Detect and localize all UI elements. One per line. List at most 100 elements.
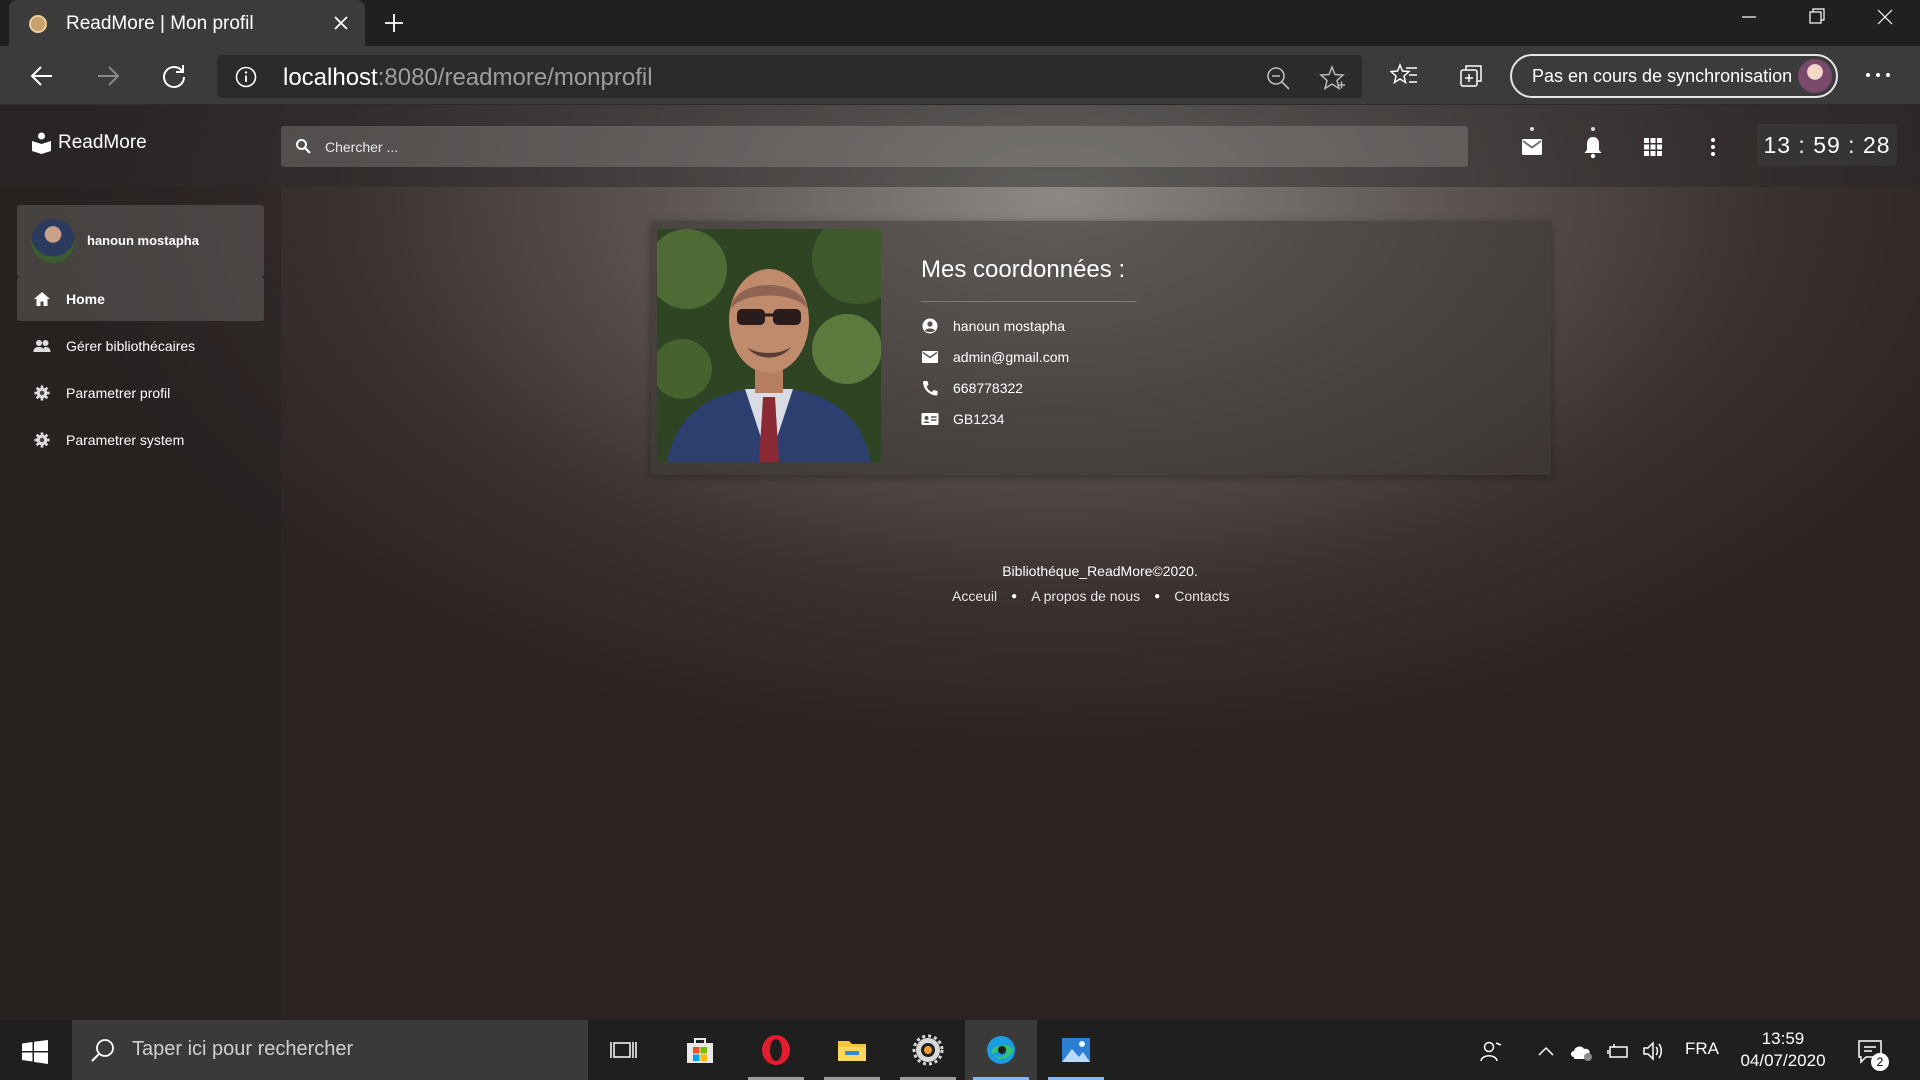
search-icon xyxy=(296,139,311,154)
close-window-icon[interactable] xyxy=(1871,6,1899,28)
gear-icon xyxy=(34,385,50,401)
account-circle-icon xyxy=(922,318,938,334)
favorite-star-icon[interactable] xyxy=(1319,65,1345,91)
site-info-icon[interactable] xyxy=(235,66,257,88)
taskbar-date: 04/07/2020 xyxy=(1740,1051,1826,1070)
profile-email: admin@gmail.com xyxy=(953,349,1070,365)
restore-icon[interactable] xyxy=(1802,6,1830,28)
close-tab-icon[interactable] xyxy=(331,13,351,33)
onedrive-icon[interactable] xyxy=(1569,1040,1593,1062)
profile-card: Mes coordonnées : hanoun mostapha admin@… xyxy=(651,221,1551,475)
taskbar-edge[interactable] xyxy=(965,1020,1037,1080)
edge-icon xyxy=(987,1036,1015,1064)
taskbar-settings-app[interactable] xyxy=(892,1020,964,1080)
notification-count-badge: 2 xyxy=(1871,1053,1889,1071)
id-card-icon xyxy=(921,413,939,425)
sidebar-item-home[interactable]: Home xyxy=(17,277,264,321)
footer-copyright: Bibliothéque_ReadMore©2020. xyxy=(1002,563,1198,579)
taskbar-photos[interactable] xyxy=(1040,1020,1112,1080)
new-dot xyxy=(1591,127,1595,131)
browser-tab[interactable]: ReadMore | Mon profil xyxy=(9,0,365,46)
app-header: ReadMore 13 : 59 : 28 xyxy=(0,105,1920,187)
gear-icon xyxy=(34,432,50,448)
footer-separator: ● xyxy=(1154,590,1161,602)
profile-phone: 668778322 xyxy=(953,380,1024,396)
taskbar-clock[interactable]: 13:59 04/07/2020 xyxy=(1735,1028,1831,1072)
taskbar-search-placeholder: Taper ici pour rechercher xyxy=(132,1038,354,1060)
favorites-icon[interactable] xyxy=(1390,62,1418,90)
phone-icon xyxy=(923,381,938,396)
url-text[interactable]: localhost:8080/readmore/monprofil xyxy=(283,64,653,92)
people-tray-icon[interactable] xyxy=(1479,1040,1503,1062)
address-bar[interactable]: localhost:8080/readmore/monprofil xyxy=(217,55,1362,98)
taskbar-file-explorer[interactable] xyxy=(816,1020,888,1080)
messages-button[interactable] xyxy=(1520,127,1544,159)
profile-id-card: GB1234 xyxy=(953,411,1005,427)
sidebar-item-label: Parametrer profil xyxy=(66,385,171,401)
apps-grid-icon[interactable] xyxy=(1641,135,1665,159)
sidebar-item-system-settings[interactable]: Parametrer system xyxy=(17,418,264,462)
taskbar-store[interactable] xyxy=(664,1020,736,1080)
folder-icon xyxy=(838,1041,866,1061)
brand-name: ReadMore xyxy=(58,132,147,153)
mail-icon xyxy=(1522,139,1542,155)
kebab-menu-icon[interactable] xyxy=(1701,135,1725,159)
user-name: hanoun mostapha xyxy=(87,233,199,248)
search-input[interactable] xyxy=(325,126,1445,167)
more-options-icon[interactable] xyxy=(1864,68,1892,82)
title-divider xyxy=(921,301,1137,302)
opera-icon xyxy=(762,1035,790,1065)
back-icon[interactable] xyxy=(28,62,56,90)
windows-start-icon[interactable] xyxy=(22,1040,48,1064)
photos-icon xyxy=(1062,1038,1090,1062)
volume-icon[interactable] xyxy=(1641,1040,1665,1062)
profile-sync-button[interactable]: Pas en cours de synchronisation xyxy=(1510,54,1838,98)
input-language[interactable]: FRA xyxy=(1685,1039,1719,1059)
battery-network-icon[interactable] xyxy=(1606,1040,1630,1062)
profile-photo xyxy=(657,229,881,462)
sync-status-label: Pas en cours de synchronisation xyxy=(1532,66,1793,86)
task-view-icon xyxy=(610,1042,637,1058)
footer-link-home[interactable]: Acceuil xyxy=(952,588,997,604)
microsoft-store-icon xyxy=(687,1038,713,1063)
gear-app-icon xyxy=(912,1034,944,1066)
notifications-button[interactable] xyxy=(1581,127,1605,159)
people-icon xyxy=(33,340,51,352)
readmore-logo-icon xyxy=(32,132,51,154)
new-tab-icon[interactable] xyxy=(382,11,406,35)
search-box[interactable] xyxy=(281,126,1468,167)
footer-link-contacts[interactable]: Contacts xyxy=(1174,588,1229,604)
sidebar-item-label: Home xyxy=(66,291,105,307)
footer-link-about[interactable]: A propos de nous xyxy=(1031,588,1140,604)
user-card[interactable]: hanoun mostapha xyxy=(17,205,264,277)
sidebar: hanoun mostapha Home Gérer bibliothécair… xyxy=(0,187,281,1020)
tab-title: ReadMore | Mon profil xyxy=(66,13,254,34)
taskbar-opera[interactable] xyxy=(740,1020,812,1080)
mail-icon xyxy=(922,351,938,363)
taskbar-time: 13:59 xyxy=(1761,1029,1805,1048)
windows-taskbar: Taper ici pour rechercher FRA 13:59 04/0… xyxy=(0,1020,1920,1080)
collections-icon[interactable] xyxy=(1457,62,1485,90)
sidebar-item-label: Parametrer system xyxy=(66,432,185,448)
home-icon xyxy=(34,292,50,306)
reload-icon[interactable] xyxy=(160,62,188,90)
sidebar-item-profile-settings[interactable]: Parametrer profil xyxy=(17,371,264,415)
new-dot xyxy=(1530,127,1534,131)
avatar xyxy=(31,219,75,263)
forward-icon[interactable] xyxy=(94,62,122,90)
task-view-button[interactable] xyxy=(588,1020,660,1080)
sidebar-item-librarians[interactable]: Gérer bibliothécaires xyxy=(17,324,264,368)
brand-logo[interactable]: ReadMore xyxy=(31,132,147,154)
bell-icon xyxy=(1584,137,1602,159)
footer-separator: ● xyxy=(1011,590,1018,602)
chevron-up-icon[interactable] xyxy=(1534,1040,1558,1062)
minimize-icon[interactable] xyxy=(1735,6,1763,28)
taskbar-search[interactable]: Taper ici pour rechercher xyxy=(72,1020,588,1080)
readmore-favicon-icon xyxy=(29,15,47,33)
zoom-icon[interactable] xyxy=(1265,65,1291,91)
footer-links: Acceuil ● A propos de nous ● Contacts xyxy=(952,588,1229,604)
profile-name: hanoun mostapha xyxy=(953,318,1066,334)
browser-profile-avatar xyxy=(1798,59,1832,93)
clock-display: 13 : 59 : 28 xyxy=(1757,124,1897,166)
sidebar-item-label: Gérer bibliothécaires xyxy=(66,338,196,354)
